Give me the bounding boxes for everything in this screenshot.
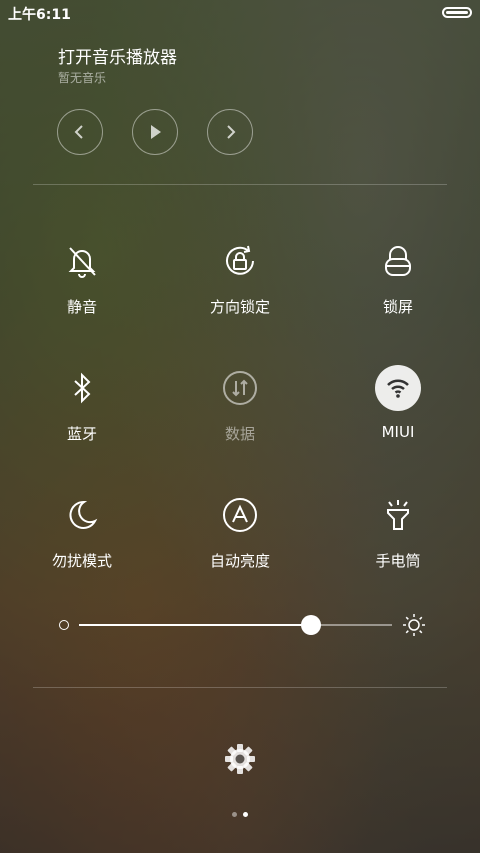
divider-top: [33, 184, 447, 185]
next-icon: [227, 125, 236, 139]
music-player-subtitle: 暂无音乐: [58, 71, 107, 85]
mobile-data-icon: [217, 365, 263, 411]
wifi-icon: [375, 365, 421, 411]
toggle-label: 方向锁定: [209, 298, 270, 316]
toggle-silent[interactable]: 静音: [2, 238, 162, 338]
status-bar: 上午6:11: [0, 0, 480, 26]
flashlight-icon: [375, 492, 421, 538]
toggle-bluetooth[interactable]: 蓝牙: [2, 365, 162, 465]
toggle-label: 蓝牙: [66, 425, 97, 443]
brightness-slider[interactable]: [55, 612, 430, 638]
toggle-label: MIUI: [381, 423, 415, 441]
brightness-track[interactable]: [79, 615, 392, 635]
moon-icon: [59, 492, 105, 538]
toggle-auto-brightness[interactable]: 自动亮度: [160, 492, 320, 592]
page-dot-active: [243, 812, 248, 817]
toggle-label: 勿扰模式: [51, 552, 112, 570]
previous-icon: [74, 125, 83, 139]
toggle-lock-screen[interactable]: 锁屏: [318, 238, 478, 338]
brightness-fill: [79, 624, 311, 626]
toggle-label: 静音: [66, 298, 97, 316]
toggle-do-not-disturb[interactable]: 勿扰模式: [2, 492, 162, 592]
toggle-rotation-lock[interactable]: 方向锁定: [160, 238, 320, 338]
divider-bottom: [33, 687, 447, 688]
toggle-wifi[interactable]: MIUI: [318, 365, 478, 465]
silent-bell-icon: [59, 238, 105, 284]
music-player-title[interactable]: 打开音乐播放器: [58, 43, 177, 68]
brightness-low-icon: [59, 620, 69, 630]
previous-button[interactable]: [57, 109, 103, 155]
toggle-label: 锁屏: [382, 298, 413, 316]
brightness-thumb[interactable]: [300, 615, 321, 635]
play-button[interactable]: [132, 109, 178, 155]
rotation-lock-icon: [217, 238, 263, 284]
auto-brightness-icon: [217, 492, 263, 538]
toggle-mobile-data[interactable]: 数据: [160, 365, 320, 465]
bluetooth-icon: [59, 365, 105, 411]
toggle-label: 数据: [224, 425, 255, 443]
toggle-label: 自动亮度: [209, 552, 270, 570]
page-dot: [232, 812, 237, 817]
toggle-label: 手电筒: [375, 552, 421, 570]
brightness-high-icon: [403, 614, 425, 636]
battery-icon: [442, 7, 472, 18]
lock-icon: [375, 238, 421, 284]
status-time: 上午6:11: [8, 7, 71, 23]
page-indicator: [0, 812, 480, 817]
next-button[interactable]: [207, 109, 253, 155]
toggle-flashlight[interactable]: 手电筒: [318, 492, 478, 592]
settings-gear-icon[interactable]: [222, 741, 258, 777]
play-icon: [151, 125, 161, 139]
